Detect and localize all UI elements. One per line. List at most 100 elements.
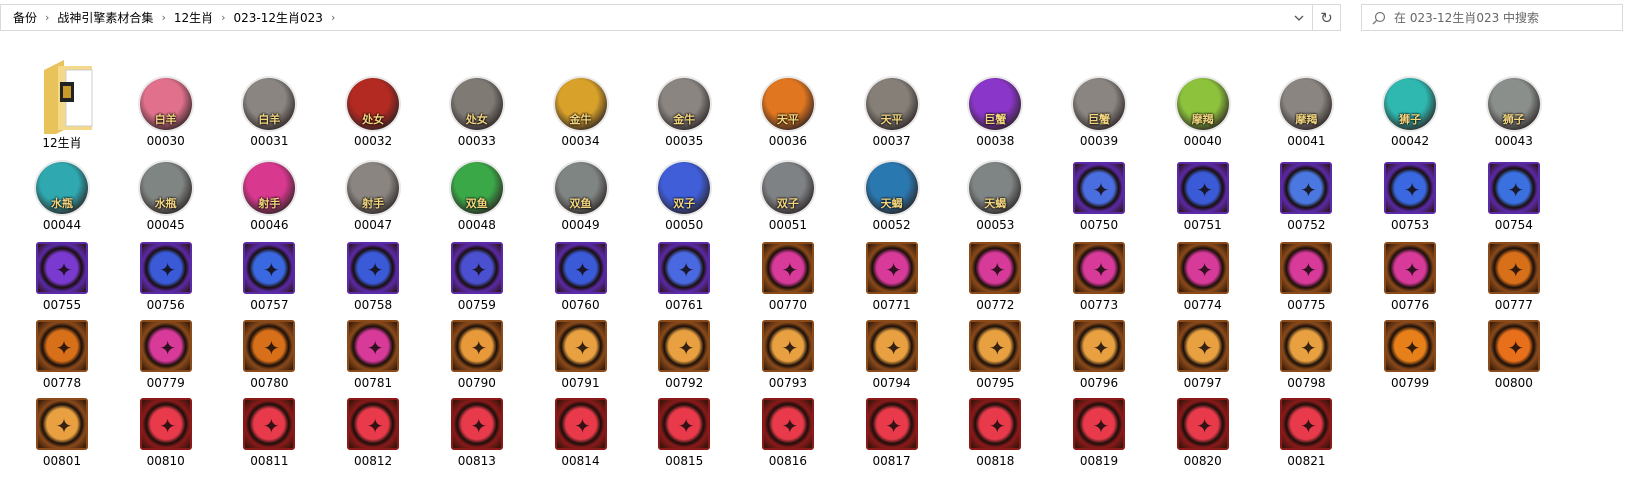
file-name: 00812 bbox=[354, 454, 393, 468]
file-name: 00811 bbox=[250, 454, 289, 468]
explorer-toolbar: 备份 › 战神引擎素材合集 › 12生肖 › 023-12生肖023 › ↻ 在… bbox=[0, 0, 1649, 36]
file-thumbnail: 双鱼 bbox=[554, 162, 607, 214]
file-name: 00821 bbox=[1287, 454, 1326, 468]
file-thumbnail: ✦ bbox=[969, 398, 1022, 450]
breadcrumb-item[interactable]: 战神引擎素材合集 bbox=[53, 9, 157, 26]
file-thumbnail: 天平 bbox=[865, 78, 918, 130]
file-item[interactable]: ✦ 00813 bbox=[425, 364, 529, 474]
file-name: 00800 bbox=[1494, 376, 1533, 390]
breadcrumb: 备份 › 战神引擎素材合集 › 12生肖 › 023-12生肖023 › bbox=[1, 9, 1286, 26]
file-name: 00816 bbox=[768, 454, 807, 468]
file-thumbnail: 巨蟹 bbox=[1073, 78, 1125, 130]
zodiac-label: 巨蟹 bbox=[984, 113, 1007, 126]
file-thumbnail: 摩羯 bbox=[1280, 78, 1333, 130]
breadcrumb-item[interactable]: 023-12生肖023 bbox=[230, 9, 327, 26]
folder-icon bbox=[44, 60, 93, 134]
file-name: 00817 bbox=[872, 454, 911, 468]
zodiac-animal-icon: ✦ bbox=[677, 414, 695, 438]
search-placeholder: 在 023-12生肖023 中搜索 bbox=[1394, 11, 1540, 25]
file-name: 00801 bbox=[42, 454, 82, 468]
file-item[interactable]: ✦ 00817 bbox=[840, 364, 944, 474]
file-thumbnail: 射手 bbox=[243, 162, 296, 214]
zodiac-animal-icon: ✦ bbox=[1403, 336, 1421, 360]
zodiac-animal-icon: ✦ bbox=[1196, 414, 1214, 438]
file-thumbnail: ✦ bbox=[658, 398, 711, 450]
file-thumbnail: 天平 bbox=[761, 78, 814, 130]
file-item[interactable]: ✦ 00801 bbox=[10, 364, 114, 474]
zodiac-animal-icon: ✦ bbox=[159, 414, 177, 438]
file-thumbnail: 白羊 bbox=[139, 78, 192, 130]
file-thumbnail: ✦ bbox=[450, 398, 503, 450]
breadcrumb-item[interactable]: 12生肖 bbox=[170, 9, 217, 26]
refresh-icon: ↻ bbox=[1320, 8, 1333, 27]
file-item[interactable]: ✦ 00810 bbox=[114, 364, 218, 474]
file-item[interactable]: ✦ 00814 bbox=[529, 364, 633, 474]
zodiac-animal-icon: ✦ bbox=[1300, 414, 1317, 438]
search-box[interactable]: 在 023-12生肖023 中搜索 bbox=[1361, 4, 1623, 31]
file-thumbnail: ✦ bbox=[761, 398, 814, 450]
file-name: 00815 bbox=[665, 454, 704, 468]
zodiac-animal-icon: ✦ bbox=[263, 414, 280, 438]
file-thumbnail: 摩羯 bbox=[1176, 78, 1229, 130]
zodiac-label: 巨蟹 bbox=[1088, 113, 1110, 126]
file-thumbnail: 天蝎 bbox=[865, 162, 918, 214]
file-item[interactable]: ✦ 00816 bbox=[736, 364, 840, 474]
file-thumbnail: 射手 bbox=[347, 162, 400, 214]
zodiac-animal-icon: ✦ bbox=[988, 414, 1006, 438]
file-name: 00818 bbox=[976, 454, 1015, 468]
zodiac-label: 天平 bbox=[880, 113, 903, 126]
file-thumbnail: 金牛 bbox=[658, 78, 711, 130]
file-thumbnail: ✦ bbox=[1280, 398, 1333, 450]
zodiac-animal-icon: ✦ bbox=[885, 414, 902, 438]
file-thumbnail: ✦ bbox=[139, 398, 192, 450]
file-thumbnail: ✦ bbox=[36, 398, 88, 450]
file-item[interactable]: ✦ 00800 bbox=[1462, 286, 1566, 396]
file-thumbnail: ✦ bbox=[1176, 162, 1229, 214]
zodiac-animal-icon: ✦ bbox=[1092, 414, 1110, 438]
file-thumbnail: 天蝎 bbox=[969, 162, 1022, 214]
file-item[interactable]: ✦ 00812 bbox=[321, 364, 425, 474]
zodiac-label: 白羊 bbox=[154, 113, 177, 126]
zodiac-label: 狮子 bbox=[1399, 113, 1422, 126]
file-thumbnail: 狮子 bbox=[1384, 78, 1437, 130]
chevron-right-icon[interactable]: › bbox=[217, 11, 229, 24]
file-thumbnail: 巨蟹 bbox=[969, 78, 1022, 130]
file-thumbnail: ✦ bbox=[243, 398, 296, 450]
file-thumbnail: 处女 bbox=[450, 78, 503, 130]
history-dropdown-button[interactable] bbox=[1286, 5, 1312, 30]
chevron-right-icon[interactable]: › bbox=[41, 11, 53, 24]
file-item[interactable]: ✦ 00799 bbox=[1358, 286, 1462, 396]
chevron-right-icon[interactable]: › bbox=[157, 11, 169, 24]
breadcrumb-item[interactable]: 备份 bbox=[9, 9, 41, 26]
file-thumbnail: 狮子 bbox=[1487, 78, 1540, 130]
refresh-button[interactable]: ↻ bbox=[1312, 5, 1340, 30]
file-name: 00799 bbox=[1391, 376, 1430, 390]
file-thumbnail: ✦ bbox=[865, 398, 918, 450]
zodiac-animal-icon: ✦ bbox=[470, 414, 488, 438]
file-name: 00814 bbox=[561, 454, 600, 468]
file-thumbnail: 白羊 bbox=[243, 78, 296, 130]
file-item[interactable]: ✦ 00819 bbox=[1047, 364, 1151, 474]
file-thumbnail: ✦ bbox=[1073, 162, 1125, 214]
zodiac-label: 摩羯 bbox=[1295, 113, 1318, 126]
file-name: 00819 bbox=[1079, 454, 1119, 468]
file-thumbnail: 双子 bbox=[658, 162, 711, 214]
zodiac-label: 处女 bbox=[465, 113, 488, 126]
file-thumbnail: ✦ bbox=[1487, 162, 1540, 214]
file-name: 00813 bbox=[457, 454, 496, 468]
file-item[interactable]: ✦ 00811 bbox=[217, 364, 321, 474]
file-item[interactable]: ✦ 00818 bbox=[943, 364, 1047, 474]
file-item[interactable]: ✦ 00821 bbox=[1254, 364, 1358, 474]
chevron-right-icon[interactable]: › bbox=[327, 11, 339, 24]
zodiac-animal-icon: ✦ bbox=[366, 414, 384, 438]
file-name: 00820 bbox=[1183, 454, 1222, 468]
file-thumbnail: 水瓶 bbox=[139, 162, 192, 214]
file-thumbnail: ✦ bbox=[554, 398, 607, 450]
address-bar[interactable]: 备份 › 战神引擎素材合集 › 12生肖 › 023-12生肖023 › ↻ bbox=[0, 4, 1341, 31]
zodiac-animal-icon: ✦ bbox=[1507, 336, 1525, 360]
search-icon bbox=[1372, 11, 1386, 25]
zodiac-label: 狮子 bbox=[1502, 113, 1525, 126]
file-thumbnail: 双鱼 bbox=[450, 162, 503, 214]
file-item[interactable]: ✦ 00815 bbox=[632, 364, 736, 474]
file-item[interactable]: ✦ 00820 bbox=[1151, 364, 1255, 474]
